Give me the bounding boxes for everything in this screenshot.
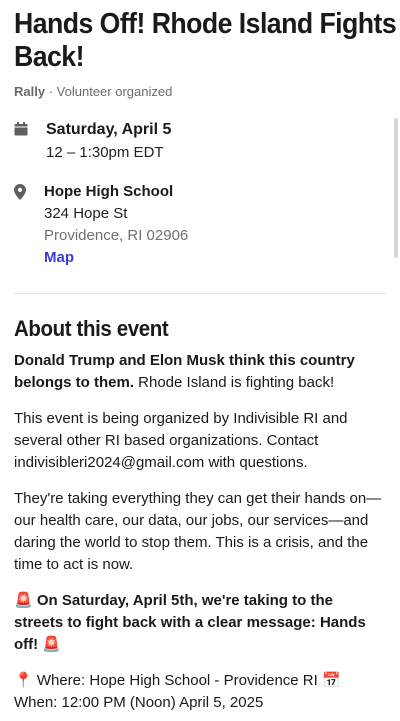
about-paragraph-5: 📍 Where: Hope High School - Providence R… (14, 672, 341, 711)
divider (14, 293, 386, 294)
calendar-icon (14, 119, 44, 141)
about-p4-bold: On Saturday, April 5th, we're taking to … (14, 592, 366, 653)
date-block: Saturday, April 5 12 – 1:30pm EDT (44, 119, 171, 165)
location-name: Hope High School (44, 183, 174, 200)
address-line-2: Providence, RI 02906 (44, 227, 189, 244)
about-paragraph-4: 🚨 On Saturday, April 5th, we're taking t… (14, 590, 386, 656)
about-paragraph-1: Donald Trump and Elon Musk think this co… (14, 350, 386, 394)
scrollbar[interactable] (394, 118, 398, 258)
event-date: Saturday, April 5 (46, 121, 172, 138)
date-row: Saturday, April 5 12 – 1:30pm EDT (14, 119, 386, 165)
about-paragraph-2: This event is being organized by Indivis… (14, 410, 348, 471)
siren-emoji-start: 🚨 (14, 592, 33, 609)
map-link[interactable]: Map (44, 247, 188, 269)
event-meta: Rally · Volunteer organized (14, 84, 386, 99)
event-time: 12 – 1:30pm EDT (46, 144, 164, 161)
about-heading: About this event (14, 316, 169, 341)
siren-emoji-end: 🚨 (42, 636, 62, 653)
event-title: Hands Off! Rhode Island Fights Back! (14, 8, 397, 73)
about-p1-rest: Rhode Island is fighting back! (134, 374, 335, 391)
location-pin-icon (14, 181, 44, 205)
location-row: Hope High School 324 Hope St Providence,… (14, 181, 386, 269)
meta-separator: · (48, 84, 54, 99)
event-organizer: Volunteer organized (56, 84, 173, 99)
address-line-1: 324 Hope St (44, 205, 128, 222)
location-block: Hope High School 324 Hope St Providence,… (44, 181, 188, 269)
event-page: Hands Off! Rhode Island Fights Back! Ral… (0, 8, 400, 714)
about-paragraph-3: They're taking everything they can get t… (14, 490, 382, 573)
event-type: Rally (14, 84, 46, 99)
